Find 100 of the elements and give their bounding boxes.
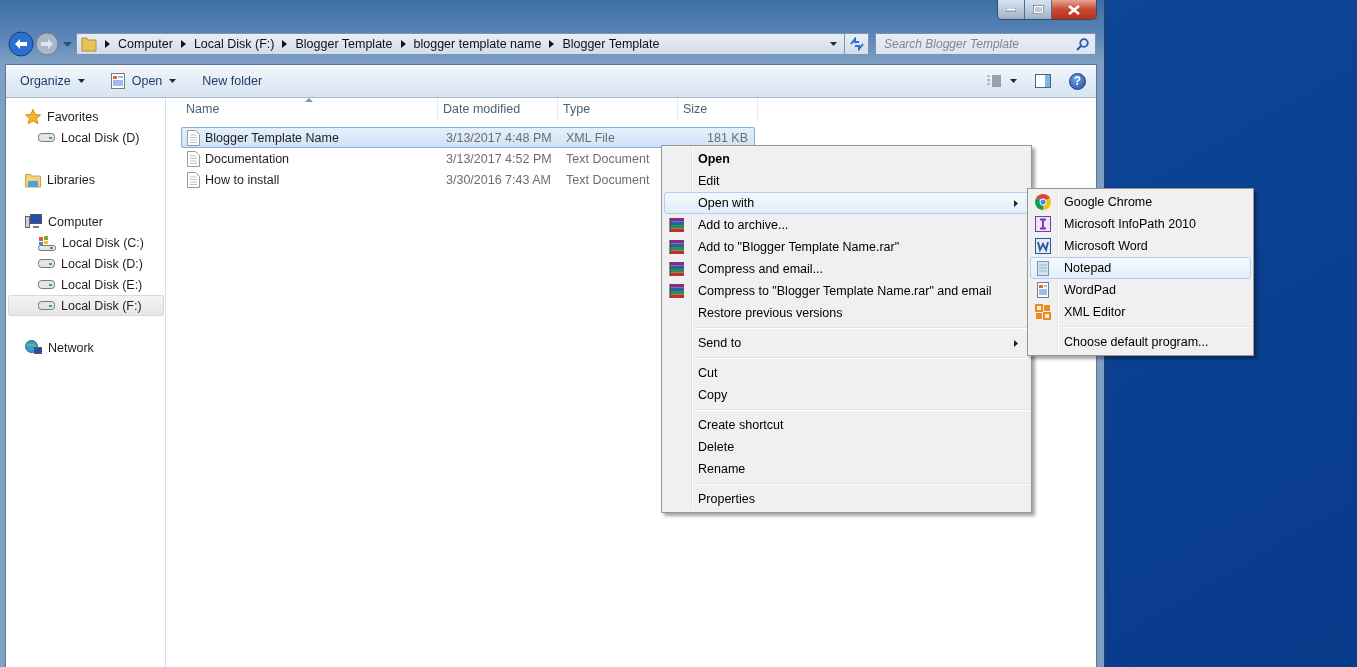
menu-item[interactable]: Restore previous versions <box>664 302 1029 324</box>
menu-item[interactable]: Rename <box>664 458 1029 480</box>
menu-item[interactable]: Microsoft InfoPath 2010 <box>1030 213 1251 235</box>
archive-books-icon <box>669 217 685 233</box>
sort-arrow-icon <box>305 98 313 102</box>
notepad-icon <box>1035 260 1051 276</box>
chevron-icon <box>282 40 288 48</box>
archive-books-icon <box>669 283 685 299</box>
history-dropdown-icon[interactable] <box>63 41 72 47</box>
maximize-icon <box>1032 5 1044 14</box>
nav-item[interactable]: Computer <box>6 211 165 232</box>
breadcrumb-item[interactable]: Computer <box>118 37 173 51</box>
close-icon <box>1068 4 1080 15</box>
maximize-button[interactable] <box>1025 0 1052 19</box>
menu-item[interactable]: Open <box>664 148 1029 170</box>
column-header[interactable]: Size <box>678 98 758 120</box>
menu-item[interactable]: Open with <box>664 192 1029 214</box>
minimize-icon <box>1006 7 1016 12</box>
menu-item[interactable]: Notepad <box>1030 257 1251 279</box>
chrome-icon <box>1035 194 1051 210</box>
chevron-icon <box>105 40 110 48</box>
menu-item[interactable]: WordPad <box>1030 279 1251 301</box>
column-header[interactable]: Type <box>558 98 678 120</box>
menu-item[interactable]: Edit <box>664 170 1029 192</box>
address-dropdown-icon <box>829 42 837 46</box>
menu-item[interactable]: Compress to "Blogger Template Name.rar" and email <box>664 280 1029 302</box>
menu-item[interactable]: Delete <box>664 436 1029 458</box>
toolbar-button[interactable]: Open <box>110 73 177 89</box>
network-icon <box>25 339 42 356</box>
text-file-icon <box>187 171 200 188</box>
type-cell-text: Text Document <box>565 151 651 166</box>
dropdown-caret-icon <box>169 79 177 83</box>
drive-icon <box>38 259 55 268</box>
nav-item[interactable]: Local Disk (C:) <box>8 232 164 253</box>
chevron-icon <box>180 40 186 48</box>
back-button[interactable] <box>8 31 34 57</box>
menu-item[interactable]: Properties <box>664 488 1029 510</box>
nav-item[interactable]: Local Disk (F:) <box>8 295 164 316</box>
search-icon <box>1076 37 1089 51</box>
toolbar-button[interactable]: Organize <box>20 74 85 88</box>
date-cell-text: 3/13/2017 4:52 PM <box>445 151 553 166</box>
chevron-icon <box>400 40 406 48</box>
date-cell-text: 3/30/2016 7:43 AM <box>445 172 552 187</box>
nav-item[interactable]: Network <box>6 337 165 358</box>
view-dropdown-icon <box>1010 79 1017 83</box>
document-icon <box>110 73 125 89</box>
column-header[interactable]: Name <box>181 98 438 120</box>
computer-icon <box>25 213 42 230</box>
toolbar-button[interactable]: New folder <box>202 74 263 88</box>
folder-icon <box>81 36 97 52</box>
menu-item[interactable]: Add to "Blogger Template Name.rar" <box>664 236 1029 258</box>
breadcrumb-item[interactable]: blogger template name <box>413 37 542 51</box>
submenu-arrow-icon <box>1014 340 1018 347</box>
menu-item[interactable]: Send to <box>664 332 1029 354</box>
archive-books-icon <box>669 239 685 255</box>
nav-item[interactable]: Local Disk (D:) <box>8 253 164 274</box>
menu-item[interactable]: Add to archive... <box>664 214 1029 236</box>
xml-editor-icon <box>1035 304 1051 320</box>
minimize-button[interactable] <box>998 0 1025 19</box>
menu-item[interactable]: XML Editor <box>1030 301 1251 323</box>
close-button[interactable] <box>1052 0 1096 19</box>
word-icon <box>1035 238 1051 254</box>
refresh-icon <box>848 37 865 51</box>
address-bar[interactable]: Computer Local Disk (F:) Blogger Template blogger template name Blogger Template <box>76 33 845 55</box>
preview-pane-icon[interactable] <box>1035 74 1051 88</box>
search-field[interactable]: Search Blogger Template <box>875 33 1096 55</box>
file-name: Blogger Template Name <box>205 130 339 145</box>
menu-item[interactable]: Microsoft Word <box>1030 235 1251 257</box>
text-file-icon <box>187 129 200 146</box>
view-options-icon[interactable] <box>987 75 1001 87</box>
size-cell-text: 181 KB <box>706 130 749 145</box>
type-cell-text: Text Document <box>565 172 651 187</box>
dropdown-caret-icon <box>77 79 85 83</box>
refresh-button[interactable] <box>845 33 869 55</box>
menu-item[interactable]: Copy <box>664 384 1029 406</box>
library-folder-icon <box>25 171 41 188</box>
type-cell-text: XML File <box>565 130 616 145</box>
wordpad-icon <box>1035 282 1051 298</box>
breadcrumb-item[interactable]: Blogger Template <box>295 37 393 51</box>
submenu-arrow-icon <box>1014 200 1018 207</box>
date-cell-text: 3/13/2017 4:48 PM <box>445 130 553 145</box>
menu-item[interactable]: Choose default program... <box>1030 331 1251 353</box>
menu-item[interactable]: Cut <box>664 362 1029 384</box>
breadcrumb-item[interactable]: Blogger Template <box>562 37 660 51</box>
menu-item[interactable]: Compress and email... <box>664 258 1029 280</box>
drive-icon <box>38 301 55 310</box>
breadcrumb-item[interactable]: Local Disk (F:) <box>193 37 275 51</box>
infopath-icon <box>1035 216 1051 232</box>
nav-item[interactable]: Libraries <box>6 169 165 190</box>
drive-icon <box>38 133 55 142</box>
chevron-icon <box>549 40 555 48</box>
nav-item[interactable]: Local Disk (E:) <box>8 274 164 295</box>
menu-item[interactable]: Create shortcut <box>664 414 1029 436</box>
nav-item[interactable]: Favorites <box>6 106 165 127</box>
nav-item[interactable]: Local Disk (D) <box>8 127 164 148</box>
file-name: How to install <box>205 172 280 187</box>
column-header[interactable]: Date modified <box>438 98 558 120</box>
menu-item[interactable]: Google Chrome <box>1030 191 1251 213</box>
drive-icon <box>38 280 55 289</box>
file-row[interactable]: Blogger Template Name 3/13/2017 4:48 PM XML File 181 KB <box>181 127 755 148</box>
